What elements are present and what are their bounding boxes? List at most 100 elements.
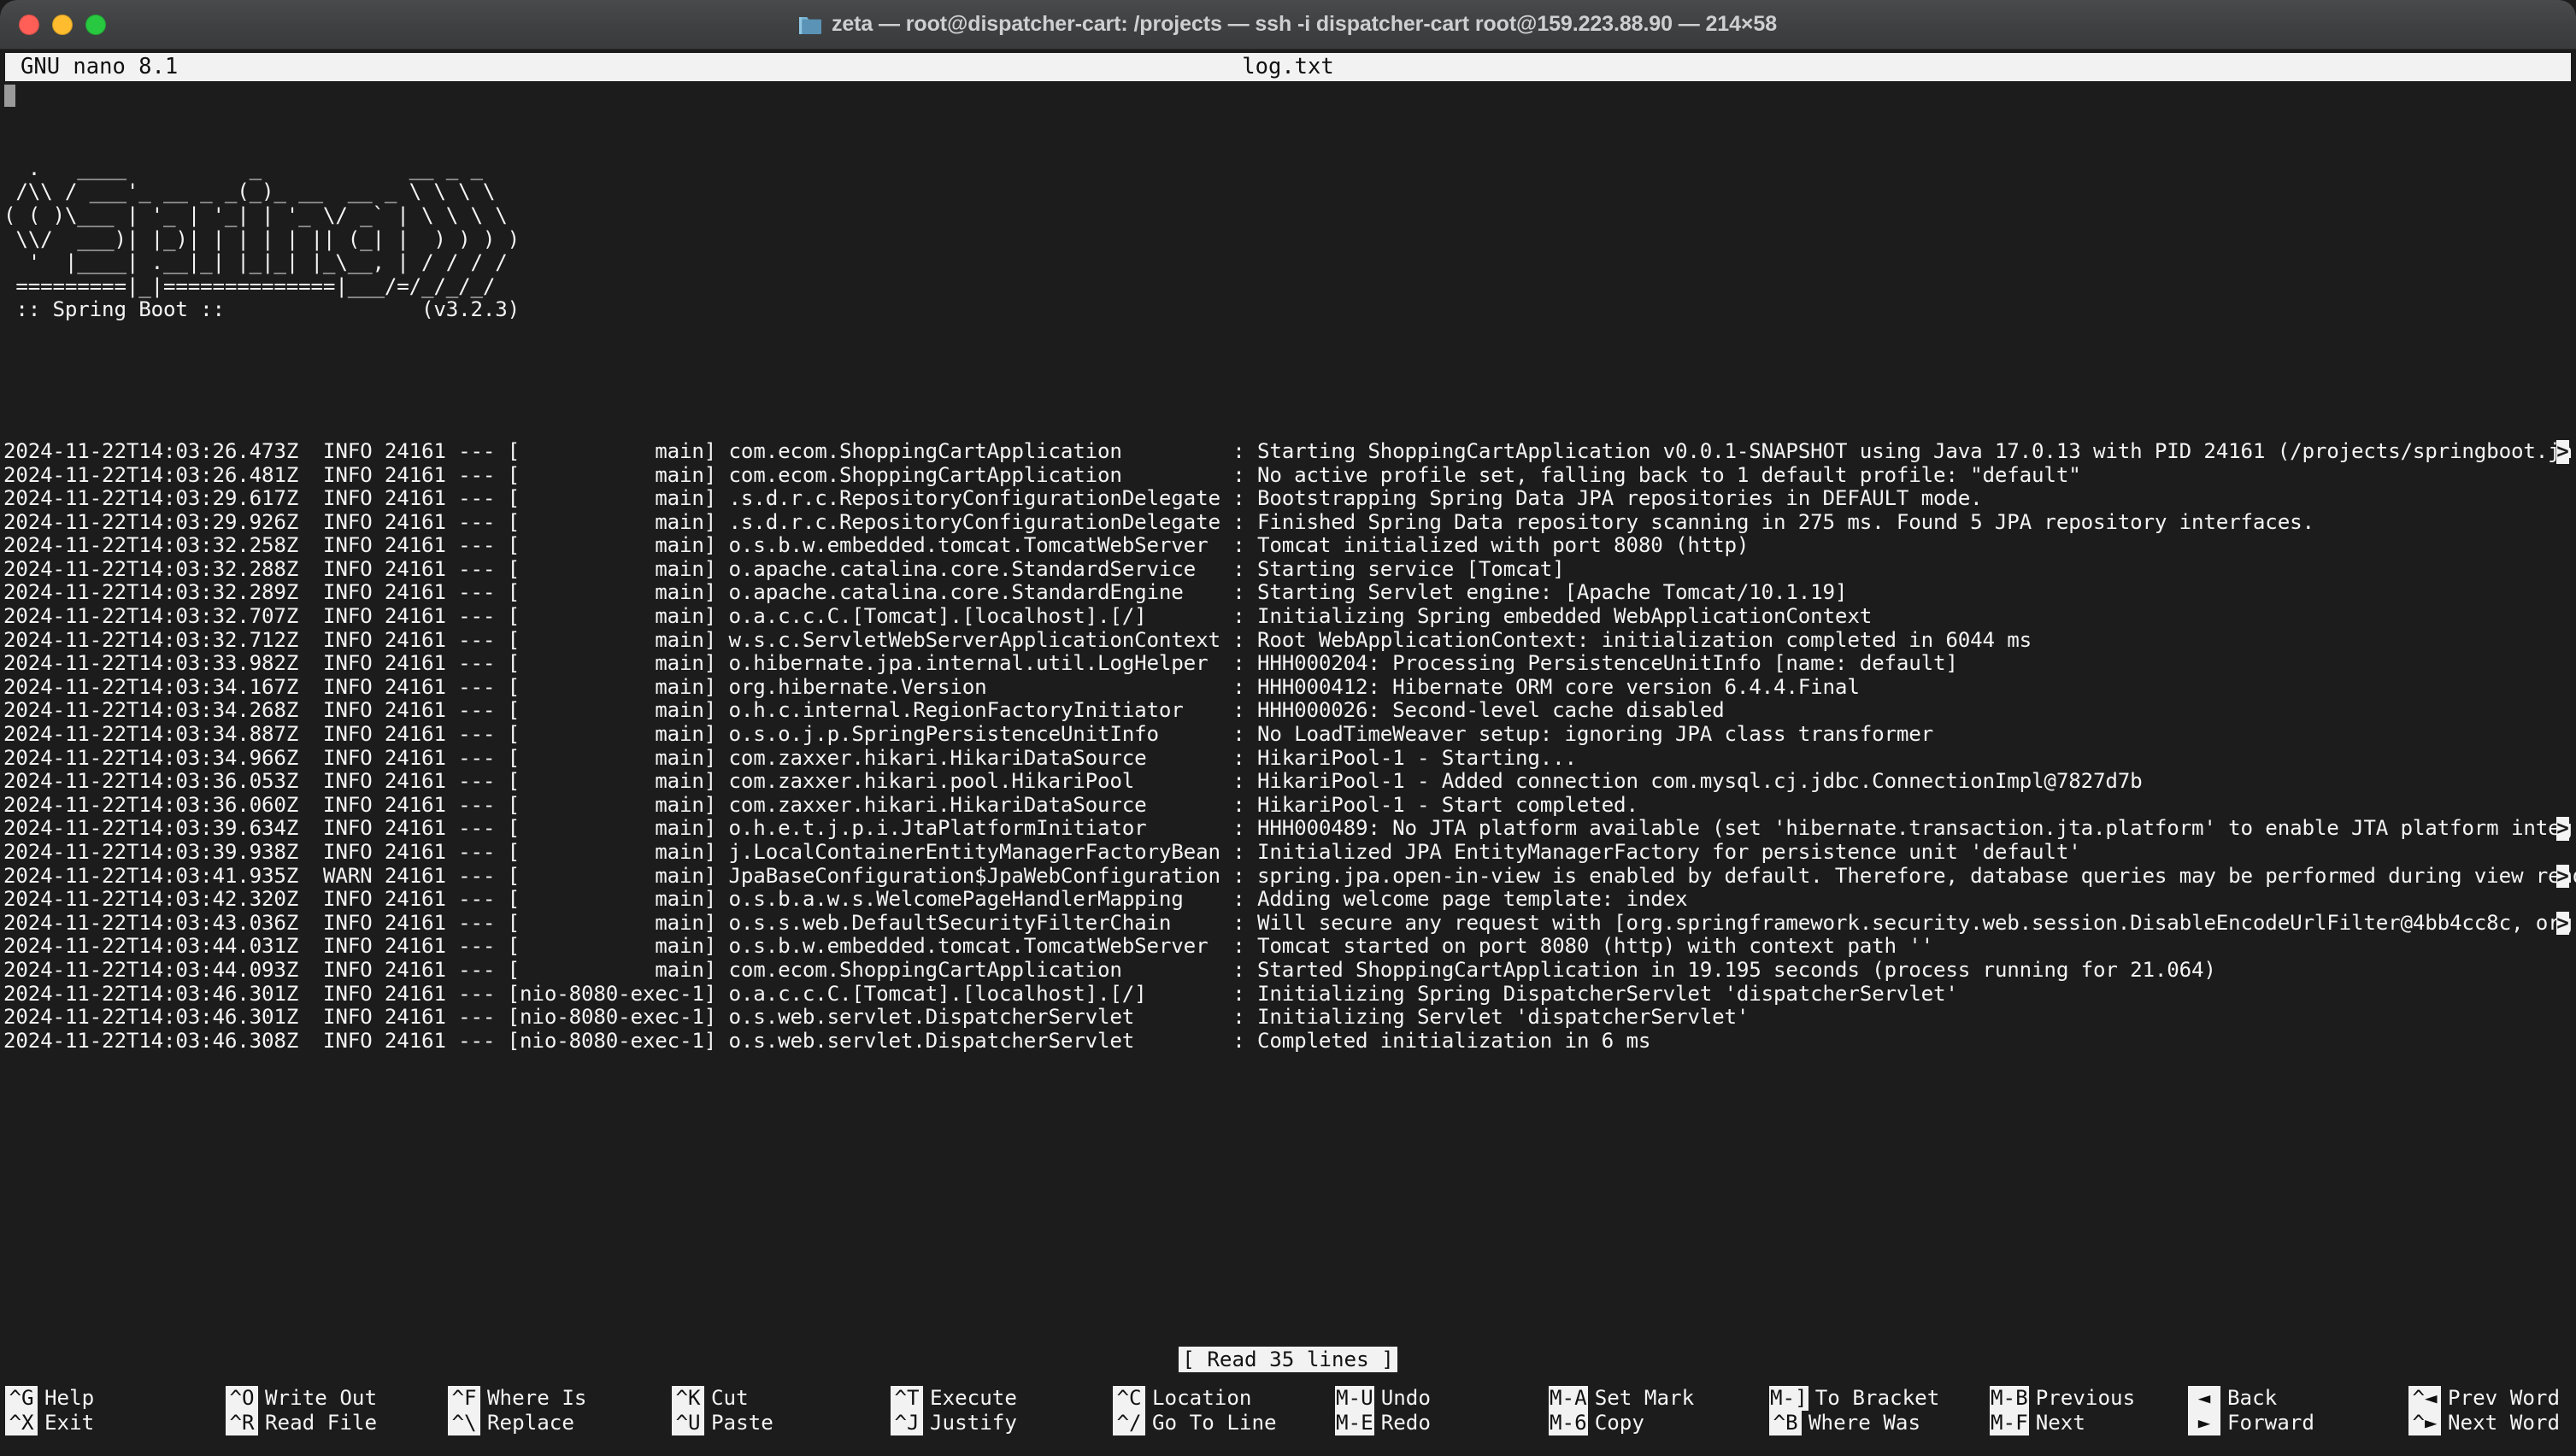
banner-line: ' |____| .__|_| |_|_| |_\__, | / / / / — [3, 250, 508, 275]
shortcut-label: Prev Word — [2448, 1386, 2561, 1410]
shortcut-set-mark[interactable]: M-A Set Mark — [1549, 1386, 1769, 1411]
shortcut-label: Replace — [487, 1411, 574, 1435]
log-line: 2024-11-22T14:03:32.288Z INFO 24161 --- … — [3, 556, 1565, 581]
log-line: 2024-11-22T14:03:33.982Z INFO 24161 --- … — [3, 651, 1958, 676]
shortcut-paste[interactable]: ^U Paste — [672, 1411, 891, 1435]
shortcut-column: M-B Previous M-F Next — [1990, 1386, 2188, 1435]
log-line: 2024-11-22T14:03:39.634Z INFO 24161 --- … — [3, 816, 2576, 841]
log-line: 2024-11-22T14:03:32.712Z INFO 24161 --- … — [3, 627, 2032, 652]
shortcut-key: M-6 — [1549, 1411, 1588, 1435]
shortcut-key: ^► — [2408, 1411, 2441, 1435]
shortcut-to-bracket[interactable]: M-] To Bracket — [1769, 1386, 1990, 1411]
shortcut-next[interactable]: M-F Next — [1990, 1411, 2188, 1435]
shortcut-key: ^O — [226, 1386, 258, 1411]
shortcut-label: Justify — [930, 1411, 1017, 1435]
shortcut-label: Cut — [711, 1386, 749, 1410]
shortcut-key: ◄ — [2188, 1386, 2220, 1411]
shortcut-column: ^F Where Is ^\ Replace — [448, 1386, 672, 1435]
shortcut-key: ^C — [1113, 1386, 1145, 1411]
log-line: 2024-11-22T14:03:46.308Z INFO 24161 --- … — [3, 1028, 1651, 1053]
shortcut-label: Go To Line — [1152, 1411, 1277, 1435]
shortcut-key: ^U — [672, 1411, 704, 1435]
shortcut-label: Help — [44, 1386, 95, 1410]
shortcut-label: Redo — [1380, 1411, 1431, 1435]
shortcut-label: Location — [1152, 1386, 1252, 1410]
shortcut-back[interactable]: ◄ Back — [2188, 1386, 2408, 1411]
shortcut-key: M-] — [1769, 1386, 1808, 1411]
shortcut-cut[interactable]: ^K Cut — [672, 1386, 891, 1411]
close-window-button[interactable] — [19, 14, 39, 35]
shortcut-column: ◄ Back ► Forward — [2188, 1386, 2408, 1435]
line-truncation-marker: > — [2556, 438, 2569, 464]
shortcut-label: Read File — [265, 1411, 378, 1435]
log-line: 2024-11-22T14:03:26.473Z INFO 24161 --- … — [3, 438, 2576, 464]
shortcut-key: ^B — [1769, 1411, 1802, 1435]
shortcut-go-to-line[interactable]: ^/ Go To Line — [1113, 1411, 1335, 1435]
shortcut-column: M-] To Bracket ^B Where Was — [1769, 1386, 1990, 1435]
shortcut-key: ^J — [891, 1411, 923, 1435]
maximize-window-button[interactable] — [85, 14, 106, 35]
banner-line: ( ( )\___ | '_ | '_| | '_ \/ _` | \ \ \ … — [3, 203, 508, 227]
line-truncation-marker: > — [2556, 863, 2569, 889]
shortcut-replace[interactable]: ^\ Replace — [448, 1411, 672, 1435]
minimize-window-button[interactable] — [52, 14, 73, 35]
window-title: zeta — root@dispatcher-cart: /projects —… — [798, 12, 1777, 37]
shortcut-label: Next — [2035, 1411, 2085, 1435]
shortcut-key: M-B — [1990, 1386, 2029, 1411]
log-line: 2024-11-22T14:03:29.926Z INFO 24161 --- … — [3, 509, 2314, 534]
log-line: 2024-11-22T14:03:46.301Z INFO 24161 --- … — [3, 1005, 1750, 1030]
log-line: 2024-11-22T14:03:32.258Z INFO 24161 --- … — [3, 533, 1750, 558]
banner-line: /\\ / ___'_ __ _ _(_)_ __ __ _ \ \ \ \ — [3, 179, 496, 204]
shortcut-redo[interactable]: M-E Redo — [1335, 1411, 1549, 1435]
traffic-lights — [19, 0, 106, 49]
log-line: 2024-11-22T14:03:26.481Z INFO 24161 --- … — [3, 462, 2081, 487]
shortcut-read-file[interactable]: ^R Read File — [226, 1411, 448, 1435]
shortcut-column: M-A Set Mark M-6 Copy — [1549, 1386, 1769, 1435]
log-line: 2024-11-22T14:03:34.268Z INFO 24161 --- … — [3, 698, 1725, 723]
line-truncation-marker: > — [2556, 910, 2569, 936]
editor-text-area[interactable]: . ____ _ __ _ _ /\\ / ___'_ __ _ _(_)_ _… — [0, 81, 2576, 1351]
shortcut-column: M-U Undo M-E Redo — [1335, 1386, 1549, 1435]
shortcut-where-was[interactable]: ^B Where Was — [1769, 1411, 1990, 1435]
shortcut-undo[interactable]: M-U Undo — [1335, 1386, 1549, 1411]
shortcut-label: Write Out — [265, 1386, 378, 1410]
log-line: 2024-11-22T14:03:34.167Z INFO 24161 --- … — [3, 674, 1860, 699]
status-message: [ Read 35 lines ] — [1179, 1347, 1397, 1372]
shortcut-column: ^K Cut ^U Paste — [672, 1386, 891, 1435]
shortcut-label: Paste — [711, 1411, 773, 1435]
shortcut-help[interactable]: ^G Help — [5, 1386, 226, 1411]
shortcut-key: ^\ — [448, 1411, 480, 1435]
shortcut-execute[interactable]: ^T Execute — [891, 1386, 1113, 1411]
log-lines: 2024-11-22T14:03:26.473Z INFO 24161 --- … — [3, 438, 2576, 1053]
log-line: 2024-11-22T14:03:44.031Z INFO 24161 --- … — [3, 934, 1933, 959]
shortcut-write-out[interactable]: ^O Write Out — [226, 1386, 448, 1411]
shortcut-forward[interactable]: ► Forward — [2188, 1411, 2408, 1435]
shortcut-where-is[interactable]: ^F Where Is — [448, 1386, 672, 1411]
shortcut-key: ^/ — [1113, 1411, 1145, 1435]
shortcut-key: ^K — [672, 1386, 704, 1411]
shortcut-label: Next Word — [2448, 1411, 2561, 1435]
banner-line: \\/ ___)| |_)| | | | | || (_| | ) ) ) ) — [3, 226, 520, 251]
shortcut-key: ► — [2188, 1411, 2220, 1435]
shortcut-prev-word[interactable]: ^◄ Prev Word — [2408, 1386, 2560, 1411]
shortcut-previous[interactable]: M-B Previous — [1990, 1386, 2188, 1411]
shortcut-label: Copy — [1594, 1411, 1644, 1435]
log-line: 2024-11-22T14:03:34.887Z INFO 24161 --- … — [3, 722, 1933, 747]
shortcut-next-word[interactable]: ^► Next Word — [2408, 1411, 2560, 1435]
shortcut-key: M-F — [1990, 1411, 2029, 1435]
shortcut-key: M-A — [1549, 1386, 1588, 1411]
terminal-window: zeta — root@dispatcher-cart: /projects —… — [0, 0, 2576, 1456]
folder-icon — [798, 16, 821, 34]
shortcut-label: Execute — [930, 1386, 1017, 1410]
shortcut-justify[interactable]: ^J Justify — [891, 1411, 1113, 1435]
shortcut-label: To Bracket — [1814, 1386, 1940, 1410]
banner-line: :: Spring Boot :: (v3.2.3) — [3, 297, 520, 322]
shortcut-copy[interactable]: M-6 Copy — [1549, 1411, 1769, 1435]
shortcut-label: Forward — [2227, 1411, 2314, 1435]
banner-line: . ____ _ __ _ _ — [3, 156, 483, 180]
shortcut-location[interactable]: ^C Location — [1113, 1386, 1335, 1411]
nano-filename: log.txt — [1242, 54, 1334, 79]
shortcut-exit[interactable]: ^X Exit — [5, 1411, 226, 1435]
shortcut-key: ^G — [5, 1386, 38, 1411]
